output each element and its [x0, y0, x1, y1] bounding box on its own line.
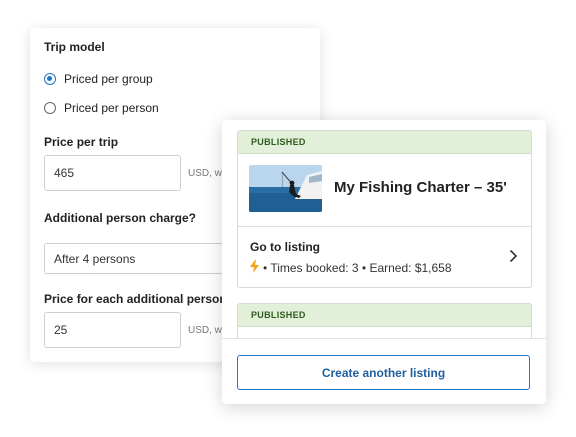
trip-model-label: Trip model — [44, 40, 105, 54]
radio-label: Priced per person — [64, 101, 159, 115]
listing-title[interactable]: My Fishing Charter – 35' — [334, 179, 507, 196]
radio-button[interactable] — [44, 102, 56, 114]
go-to-listing-link[interactable]: Go to listing — [250, 240, 320, 254]
currency-suffix: USD, wi — [188, 168, 225, 179]
status-badge: PUBLISHED — [238, 304, 531, 327]
additional-charge-select[interactable]: After 4 persons — [44, 243, 244, 274]
additional-price-input[interactable]: 25 — [44, 312, 181, 348]
price-per-trip-input[interactable]: 465 — [44, 155, 181, 191]
listings-panel: PUBLISHED My Fishing Charter – 35' Go to… — [222, 120, 546, 404]
chevron-right-icon[interactable] — [509, 249, 518, 268]
lightning-bolt-icon — [250, 260, 259, 276]
additional-price-label: Price for each additional person — [44, 292, 227, 306]
additional-charge-label: Additional person charge? — [44, 211, 197, 225]
radio-button-selected[interactable] — [44, 73, 56, 85]
boat-photo-image — [249, 165, 322, 212]
status-badge: PUBLISHED — [238, 131, 531, 154]
listing-thumbnail — [249, 165, 322, 212]
create-another-listing-button[interactable]: Create another listing — [237, 355, 530, 390]
radio-label: Priced per group — [64, 72, 153, 86]
listing-stats: • Times booked: 3 • Earned: $1,658 — [250, 260, 452, 276]
radio-priced-per-person[interactable]: Priced per person — [44, 101, 159, 115]
radio-priced-per-group[interactable]: Priced per group — [44, 72, 153, 86]
divider — [238, 226, 531, 227]
listing-stats-text: • Times booked: 3 • Earned: $1,658 — [263, 261, 452, 275]
price-per-trip-label: Price per trip — [44, 135, 119, 149]
currency-suffix: USD, wi — [188, 325, 225, 336]
listings-footer: Create another listing — [222, 338, 546, 404]
listing-card[interactable]: PUBLISHED My Fishing Charter – 35' Go to… — [237, 130, 532, 288]
